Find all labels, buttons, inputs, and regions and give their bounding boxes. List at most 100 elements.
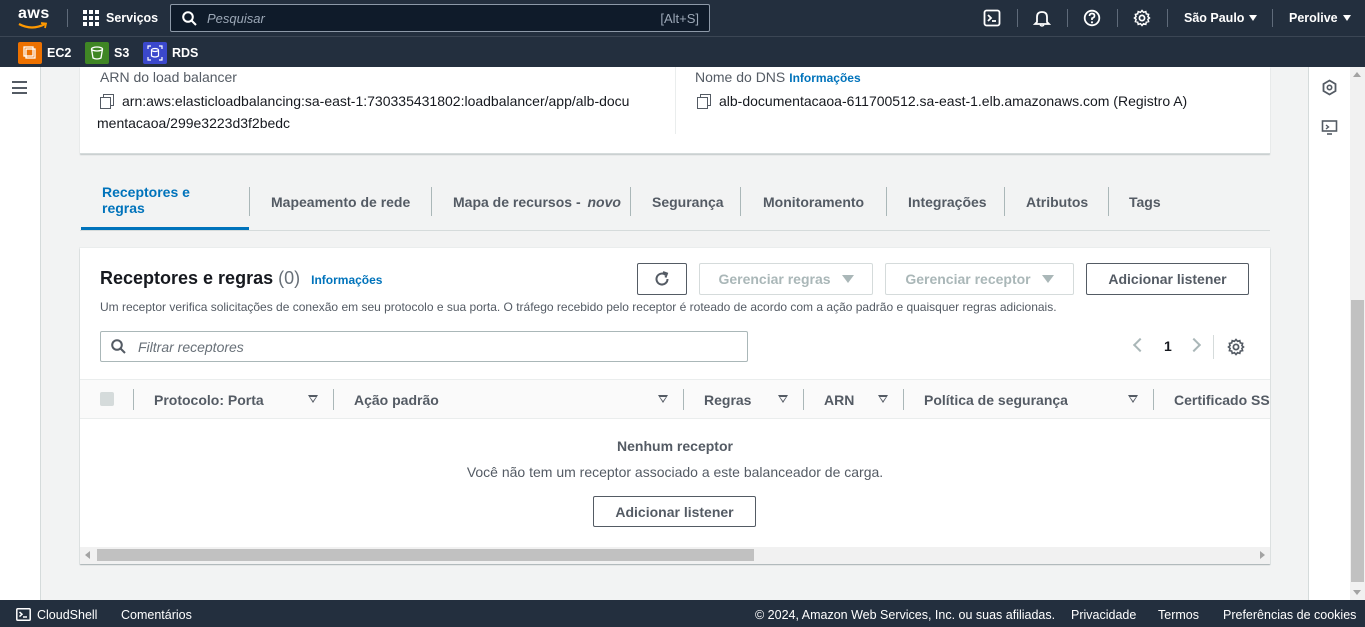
- aws-logo[interactable]: aws: [18, 5, 52, 31]
- tools-hexagon-icon[interactable]: [1321, 79, 1338, 96]
- region-label: São Paulo: [1184, 11, 1245, 25]
- favorite-rds[interactable]: RDS: [143, 42, 198, 64]
- sort-icon[interactable]: [878, 395, 888, 403]
- region-selector[interactable]: São Paulo: [1184, 11, 1258, 25]
- dns-value-text: alb-documentacaoa-611700512.sa-east-1.el…: [719, 93, 1188, 109]
- help-icon[interactable]: [1083, 9, 1101, 27]
- cloudshell-link[interactable]: CloudShell: [37, 608, 97, 622]
- favorites-bar: EC2 S3 RDS: [0, 36, 1365, 67]
- previous-page-icon[interactable]: [1132, 337, 1148, 353]
- dns-value: alb-documentacaoa-611700512.sa-east-1.el…: [697, 90, 1187, 112]
- search-input[interactable]: [207, 10, 661, 26]
- cookie-preferences-link[interactable]: Preferências de cookies: [1223, 608, 1356, 622]
- arn-label: ARN do load balancer: [100, 69, 237, 85]
- filter-input[interactable]: [138, 338, 747, 355]
- tab-resource-map[interactable]: Mapa de recursos - novo: [432, 172, 642, 231]
- sort-icon[interactable]: [778, 395, 788, 403]
- next-page-icon[interactable]: [1186, 337, 1202, 353]
- tab-label: Integrações: [908, 193, 987, 210]
- search-shortcut: [Alt+S]: [660, 10, 699, 26]
- scrollbar-thumb[interactable]: [1351, 300, 1364, 582]
- column-header-ssl-certificate[interactable]: Certificado SSL: [1174, 392, 1270, 408]
- right-tools-rail: [1308, 67, 1350, 600]
- services-label: Serviços: [106, 11, 159, 25]
- empty-add-listener-button[interactable]: Adicionar listener: [593, 496, 756, 527]
- tab-new-badge: novo: [587, 193, 621, 210]
- favorite-label: EC2: [47, 46, 72, 60]
- select-all-checkbox[interactable]: [100, 392, 114, 406]
- sort-icon[interactable]: [1128, 395, 1138, 403]
- tab-label: Tags: [1129, 193, 1161, 210]
- current-page[interactable]: 1: [1164, 338, 1172, 354]
- manage-listener-button[interactable]: Gerenciar receptor: [885, 263, 1074, 295]
- add-listener-button[interactable]: Adicionar listener: [1086, 263, 1249, 295]
- sort-icon[interactable]: [658, 395, 668, 403]
- scroll-right-icon[interactable]: [1260, 551, 1265, 559]
- empty-state-title: Nenhum receptor: [617, 438, 733, 454]
- vertical-scrollbar[interactable]: [1350, 67, 1365, 600]
- column-header-protocol-port[interactable]: Protocolo: Porta: [154, 392, 264, 408]
- feedback-link[interactable]: Comentários: [121, 608, 192, 622]
- cloudshell-icon[interactable]: [16, 608, 31, 621]
- tab-label: Atributos: [1026, 193, 1089, 210]
- refresh-icon: [655, 271, 669, 286]
- copy-icon[interactable]: [100, 94, 114, 109]
- tab-security[interactable]: Segurança: [631, 172, 745, 231]
- favorite-label: S3: [114, 46, 130, 60]
- terms-link[interactable]: Termos: [1158, 608, 1199, 622]
- filter-listeners-field[interactable]: [100, 331, 748, 362]
- services-menu-button[interactable]: Serviços: [83, 10, 158, 26]
- panel-info-link[interactable]: Informações: [311, 273, 382, 287]
- column-header-default-action[interactable]: Ação padrão: [354, 392, 439, 408]
- column-divider: [675, 67, 676, 134]
- tab-tags[interactable]: Tags: [1108, 172, 1182, 231]
- dns-info-link[interactable]: Informações: [789, 71, 860, 85]
- horizontal-scrollbar[interactable]: [80, 547, 1270, 564]
- privacy-link[interactable]: Privacidade: [1071, 608, 1136, 622]
- tab-attributes[interactable]: Atributos: [1005, 172, 1109, 231]
- refresh-button[interactable]: [637, 263, 687, 295]
- column-header-arn[interactable]: ARN: [824, 392, 854, 408]
- settings-gear-icon[interactable]: [1133, 9, 1151, 27]
- notifications-bell-icon[interactable]: [1033, 9, 1051, 27]
- hamburger-menu-icon[interactable]: [12, 81, 27, 98]
- preferences-gear-icon[interactable]: [1227, 338, 1245, 356]
- ec2-icon: [18, 42, 42, 64]
- tab-integrations[interactable]: Integrações: [887, 172, 1008, 231]
- scrollbar-thumb[interactable]: [97, 549, 754, 561]
- column-header-rules[interactable]: Regras: [704, 392, 751, 408]
- empty-state-description: Você não tem um receptor associado a est…: [466, 464, 884, 480]
- sort-icon[interactable]: [308, 395, 318, 403]
- rds-database-icon: [143, 42, 167, 64]
- nav-divider: [1167, 9, 1168, 27]
- manage-rules-label: Gerenciar regras: [718, 271, 831, 287]
- listener-count: (0): [278, 268, 301, 288]
- s3-bucket-icon: [85, 42, 109, 64]
- scroll-left-icon[interactable]: [85, 551, 90, 559]
- top-navigation: aws Serviços [Alt+S] São Paulo Perolive: [0, 0, 1365, 36]
- copy-icon[interactable]: [697, 94, 711, 109]
- favorite-ec2[interactable]: EC2: [18, 42, 71, 64]
- scroll-down-icon[interactable]: [1353, 590, 1361, 595]
- tab-monitoring[interactable]: Monitoramento: [742, 172, 885, 231]
- search-bar[interactable]: [Alt+S]: [170, 4, 710, 32]
- scroll-up-icon[interactable]: [1353, 72, 1361, 77]
- column-divider: [803, 389, 804, 410]
- panel-title-text: Receptores e regras: [100, 268, 274, 288]
- tab-listeners-rules[interactable]: Receptores e regras: [81, 172, 249, 230]
- arn-value-line1: arn:aws:elasticloadbalancing:sa-east-1:7…: [122, 93, 630, 109]
- pager-divider: [1213, 335, 1214, 359]
- table-header: Protocolo: Porta Ação padrão Regras ARN …: [80, 379, 1270, 419]
- account-menu[interactable]: Perolive: [1289, 11, 1351, 25]
- screen-info-icon[interactable]: [1321, 119, 1338, 136]
- manage-listener-label: Gerenciar receptor: [905, 271, 1031, 287]
- cloudshell-icon[interactable]: [983, 9, 1001, 27]
- grid-icon: [83, 10, 99, 26]
- search-icon: [111, 339, 126, 354]
- column-header-security-policy[interactable]: Política de segurança: [924, 392, 1068, 408]
- favorite-s3[interactable]: S3: [85, 42, 129, 64]
- column-divider: [683, 389, 684, 410]
- manage-rules-button[interactable]: Gerenciar regras: [699, 263, 873, 295]
- left-navigation-rail: [0, 67, 41, 600]
- tab-network-mapping[interactable]: Mapeamento de rede: [250, 172, 431, 231]
